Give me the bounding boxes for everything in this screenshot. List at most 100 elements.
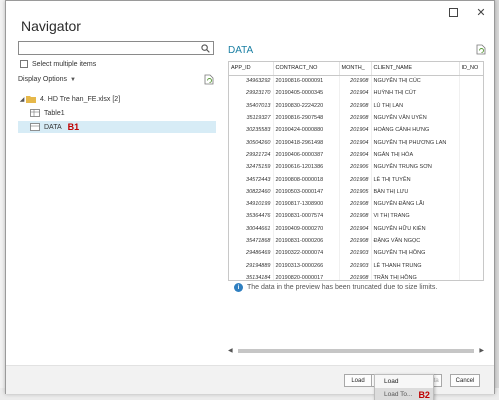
table-cell: 20190820-0000017 (273, 271, 340, 280)
scroll-left-icon[interactable]: ◀ (228, 347, 233, 354)
table-cell: 20190313-0000266 (273, 259, 340, 272)
table-cell: LÙ THỊ LAN (371, 99, 460, 112)
workbook-label: 4. HD Tre han_FE.xlsx [2] (40, 95, 121, 103)
preview-grid[interactable]: APP_ID CONTRACT_NO MONTH_ CLIENT_NAME ID… (228, 61, 484, 281)
preview-title: DATA (228, 45, 254, 56)
table-cell: 310 (459, 222, 483, 235)
table-cell: 20190830-2224220 (273, 99, 340, 112)
menu-item-load[interactable]: Load (375, 375, 433, 388)
table-cell: 20190424-0000880 (273, 124, 340, 137)
table-cell: 201904 (339, 222, 372, 235)
table-cell: 35364476 (229, 210, 274, 223)
table-cell: ĐẶNG VĂN NGỌC (371, 234, 460, 248)
column-header[interactable]: APP_ID (229, 62, 274, 76)
table-cell: 201908 (339, 210, 372, 223)
column-header[interactable]: CONTRACT_NO (273, 62, 340, 76)
sheet-icon (30, 123, 40, 131)
table-cell: 20190817-1308900 (273, 197, 340, 211)
load-button[interactable]: Load (344, 374, 372, 387)
table-cell: LÊ THỊ TUYỀN (371, 173, 460, 186)
table-cell: 20190322-0000074 (273, 247, 340, 260)
close-icon[interactable]: ✕ (474, 5, 488, 19)
table-cell: 2 (459, 161, 483, 174)
table-row: 35364476 20190831-0007574 201908 VI THỊ TRA… (229, 210, 483, 223)
table-row: 29923170 20190405-0000345 201904 HUỲNH THỊ … (229, 87, 483, 100)
table-cell: NGUYỄN VĂN UYÊN (371, 111, 460, 125)
table-cell: 201908 (339, 197, 372, 211)
table-cell: 35119327 (229, 111, 274, 125)
column-header[interactable]: CLIENT_NAME (371, 62, 460, 76)
preview-table: APP_ID CONTRACT_NO MONTH_ CLIENT_NAME ID… (229, 62, 483, 280)
table-cell: 20190831-0000206 (273, 234, 340, 248)
refresh-icon[interactable] (204, 74, 214, 85)
table-row: 29194889 20190313-0000266 201903 LÊ THANH T… (229, 259, 483, 272)
table-cell: 29194889 (229, 259, 274, 272)
table-cell: 1 (459, 136, 483, 149)
tree-item-data[interactable]: DATA B1 (18, 121, 216, 133)
column-header[interactable]: MONTH_ (339, 62, 372, 76)
export-icon[interactable] (476, 44, 486, 55)
table-cell: 29486469 (229, 247, 274, 260)
navigator-left-pane: Select multiple items Display Options ▼ … (18, 41, 216, 361)
table-cell: 201908 (339, 99, 372, 112)
table-cell: 201904 (339, 87, 372, 100)
table-cell: 201904 (339, 148, 372, 162)
table-cell: 1 (459, 271, 483, 280)
table-cell: 20190409-0000270 (273, 222, 340, 235)
truncation-text: The data in the preview has been truncat… (247, 284, 438, 291)
table-cell: 20190405-0000345 (273, 87, 340, 100)
table-cell: 201903 (339, 259, 372, 272)
table-cell: 20190831-0007574 (273, 210, 340, 223)
horizontal-scrollbar[interactable]: ◀ ▶ (228, 347, 484, 355)
search-icon[interactable] (201, 44, 210, 53)
table-cell: 3 (459, 148, 483, 162)
table-cell: BÀN THỊ LƯU (371, 185, 460, 198)
table-cell: 20190816-0000091 (273, 75, 340, 88)
column-header[interactable]: ID_NO (459, 62, 483, 76)
menu-item-load-to[interactable]: Load To... B2 (375, 388, 433, 400)
select-multiple-row[interactable]: Select multiple items (20, 60, 96, 68)
tree-collapse-icon[interactable]: ◢ (18, 96, 26, 103)
scrollbar-thumb[interactable] (238, 349, 474, 353)
table-cell: 201905 (339, 185, 372, 198)
preview-pane: DATA APP_ID CONTRACT_NO MONTH_ CLIENT_NA… (226, 41, 488, 361)
table-row: 34910199 20190817-1308900 201908 NGUYỄN ĐĂN… (229, 197, 483, 211)
dialog-title: Navigator (21, 18, 81, 34)
table-cell: 201906 (339, 161, 372, 174)
display-options-label: Display Options (18, 76, 68, 83)
table-cell: 3 (459, 259, 483, 272)
table-cell: 3 (459, 173, 483, 186)
table-row: 30044661 20190409-0000270 201904 NGUYỄN HỮU… (229, 222, 483, 235)
select-multiple-checkbox[interactable] (20, 60, 28, 68)
table-cell: 1 (459, 210, 483, 223)
annotation-b2: B2 (418, 389, 430, 400)
scroll-right-icon[interactable]: ▶ (479, 347, 484, 354)
menu-item-label: Load (384, 378, 399, 385)
table-cell: 201908 (339, 75, 372, 88)
table-row: 35407013 20190830-2224220 201908 LÙ THỊ LAN… (229, 99, 483, 112)
table-icon (30, 109, 40, 117)
table-cell: NGUYỄN THỊ PHƯƠNG LAN (371, 136, 460, 149)
tree-item-table1[interactable]: Table1 (18, 107, 216, 119)
table-cell: 30044661 (229, 222, 274, 235)
table-cell: 201904 (339, 136, 372, 149)
search-input[interactable] (18, 41, 214, 55)
table-cell: 34910199 (229, 197, 274, 211)
maximize-icon[interactable] (446, 5, 460, 19)
table-cell: 35407013 (229, 99, 274, 112)
table-cell: NGUYỄN THỊ CÚC (371, 75, 460, 88)
table-cell: NGUYỄN TRUNG SƠN (371, 161, 460, 174)
table-cell: 1 (459, 247, 483, 260)
table-body: 34963292 20190816-0000091 201908 NGUYỄN THỊ… (229, 75, 483, 280)
table-cell: VI THỊ TRANG (371, 210, 460, 223)
table-cell: 3 (459, 111, 483, 125)
table-cell: 20190616-1201386 (273, 161, 340, 174)
table-cell: 34572443 (229, 173, 274, 186)
table-cell: 2 (459, 75, 483, 88)
tree-item-workbook[interactable]: ◢ 4. HD Tre han_FE.xlsx [2] (18, 93, 216, 105)
table-cell: 32475159 (229, 161, 274, 174)
cancel-button[interactable]: Cancel (450, 374, 480, 387)
table-cell: LÊ THANH TRUNG (371, 259, 460, 272)
table-row: 29921724 20190406-0000387 201904 NGÂN THỊ H… (229, 148, 483, 162)
display-options-dropdown[interactable]: Display Options ▼ (18, 76, 76, 83)
